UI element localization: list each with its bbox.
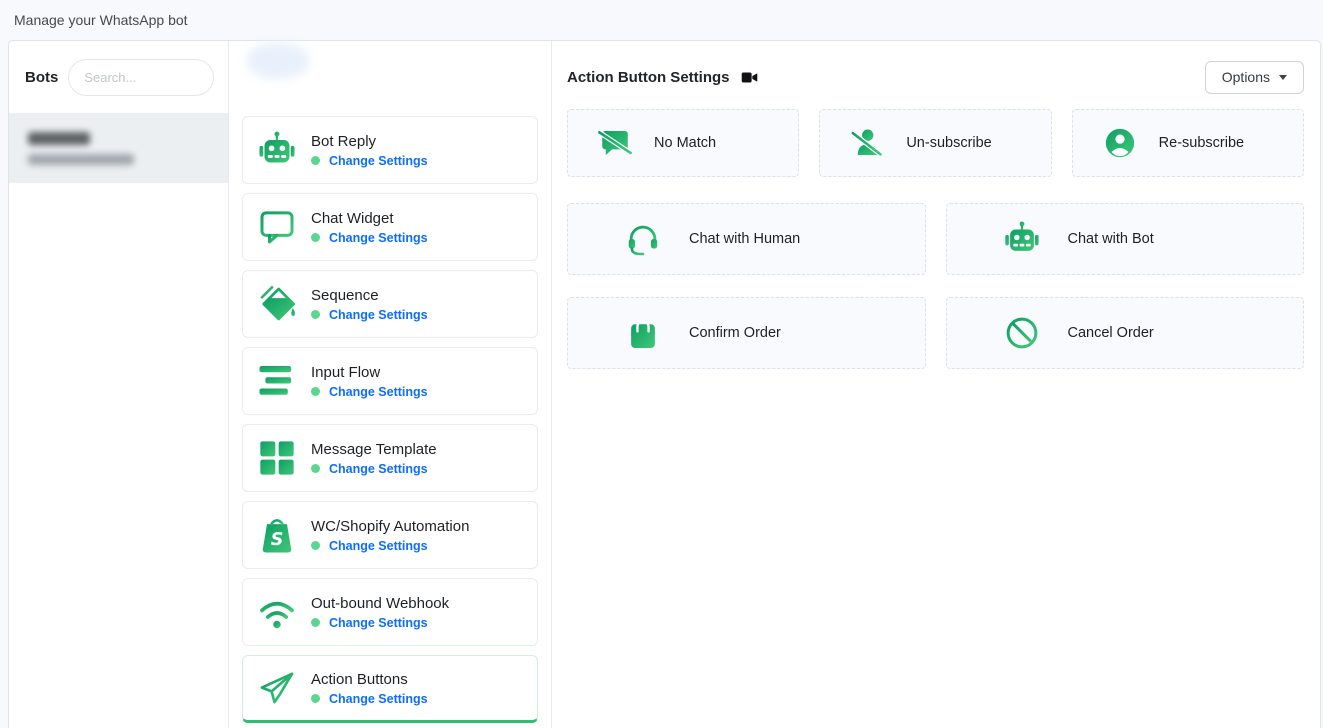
feature-title: Sequence [311, 287, 428, 304]
chevron-down-icon [1279, 75, 1287, 80]
bot-list-item-selected[interactable] [9, 113, 228, 183]
shopping-bag-icon [624, 314, 662, 352]
feature-card-wc-shopify-automation[interactable]: WC/Shopify Automation Change Settings [242, 501, 538, 569]
feature-card-action-buttons[interactable]: Action Buttons Change Settings [242, 655, 538, 723]
paint-bucket-icon [257, 284, 297, 324]
action-card-label: No Match [654, 135, 716, 151]
action-button-settings-panel: Action Button Settings Options No Match … [552, 41, 1320, 728]
sidebar-heading: Bots [25, 69, 58, 86]
chat-bubble-icon [257, 207, 297, 247]
page-title: Manage your WhatsApp bot [14, 12, 188, 28]
status-dot [311, 387, 320, 396]
feature-card-message-template[interactable]: Message Template Change Settings [242, 424, 538, 492]
feature-title: Message Template [311, 441, 437, 458]
feature-card-input-flow[interactable]: Input Flow Change Settings [242, 347, 538, 415]
action-card-label: Chat with Bot [1068, 231, 1154, 247]
feature-card-sequence[interactable]: Sequence Change Settings [242, 270, 538, 338]
user-circle-icon [1103, 126, 1137, 160]
wifi-icon [257, 592, 297, 632]
change-settings-link[interactable]: Change Settings [329, 539, 428, 553]
user-slash-icon [850, 126, 884, 160]
action-card-label: Cancel Order [1068, 325, 1154, 341]
lines-icon [257, 361, 297, 401]
page-header: Manage your WhatsApp bot [0, 0, 1323, 40]
action-card-label: Un-subscribe [906, 135, 991, 151]
redacted-bot-name [28, 132, 90, 145]
redacted-bot-phone [28, 154, 134, 165]
bots-sidebar: Bots [9, 41, 229, 728]
change-settings-link[interactable]: Change Settings [329, 231, 428, 245]
feature-title: WC/Shopify Automation [311, 518, 469, 535]
change-settings-link[interactable]: Change Settings [329, 308, 428, 322]
status-dot [311, 694, 320, 703]
action-card-un-subscribe[interactable]: Un-subscribe [819, 109, 1051, 177]
change-settings-link[interactable]: Change Settings [329, 462, 428, 476]
status-dot [311, 541, 320, 550]
bot-search-input[interactable] [68, 59, 214, 96]
panel-header: Action Button Settings Options [567, 55, 1304, 99]
action-buttons-row-1: No Match Un-subscribe Re-subscribe [567, 109, 1304, 177]
feature-title: Out-bound Webhook [311, 595, 449, 612]
action-card-re-subscribe[interactable]: Re-subscribe [1072, 109, 1304, 177]
options-button-label: Options [1222, 69, 1270, 85]
action-card-cancel-order[interactable]: Cancel Order [946, 297, 1305, 369]
feature-card-bot-reply[interactable]: Bot Reply Change Settings [242, 116, 538, 184]
action-card-label: Re-subscribe [1159, 135, 1244, 151]
action-buttons-row-2: Chat with Human Chat with Bot [567, 203, 1304, 275]
feature-title: Bot Reply [311, 133, 428, 150]
feature-card-chat-widget[interactable]: Chat Widget Change Settings [242, 193, 538, 261]
action-card-label: Confirm Order [689, 325, 781, 341]
chat-slash-icon [598, 126, 632, 160]
headset-icon [624, 220, 662, 258]
robot-icon [257, 130, 297, 170]
grid-icon [257, 438, 297, 478]
status-dot [311, 618, 320, 627]
sidebar-header: Bots [9, 41, 228, 113]
action-card-chat-with-bot[interactable]: Chat with Bot [946, 203, 1305, 275]
action-card-chat-with-human[interactable]: Chat with Human [567, 203, 926, 275]
blurred-blob [247, 43, 309, 79]
options-button[interactable]: Options [1205, 61, 1304, 94]
feature-list: Bot Reply Change Settings Chat Widget Ch… [229, 41, 552, 728]
change-settings-link[interactable]: Change Settings [329, 616, 428, 630]
action-buttons-row-3: Confirm Order Cancel Order [567, 297, 1304, 369]
action-card-confirm-order[interactable]: Confirm Order [567, 297, 926, 369]
main-container: Bots Bot Reply Change Settings Chat Widg… [8, 40, 1321, 728]
change-settings-link[interactable]: Change Settings [329, 692, 428, 706]
status-dot [311, 156, 320, 165]
shopify-bag-icon [257, 515, 297, 555]
action-card-no-match[interactable]: No Match [567, 109, 799, 177]
status-dot [311, 310, 320, 319]
panel-title: Action Button Settings [567, 69, 729, 86]
status-dot [311, 233, 320, 242]
status-dot [311, 464, 320, 473]
ban-icon [1003, 314, 1041, 352]
robot-icon [1003, 220, 1041, 258]
paper-plane-icon [257, 668, 297, 708]
action-card-label: Chat with Human [689, 231, 800, 247]
feature-title: Chat Widget [311, 210, 428, 227]
feature-card-out-bound-webhook[interactable]: Out-bound Webhook Change Settings [242, 578, 538, 646]
change-settings-link[interactable]: Change Settings [329, 385, 428, 399]
change-settings-link[interactable]: Change Settings [329, 154, 428, 168]
video-camera-icon[interactable] [741, 69, 758, 86]
feature-title: Input Flow [311, 364, 428, 381]
feature-title: Action Buttons [311, 671, 428, 688]
